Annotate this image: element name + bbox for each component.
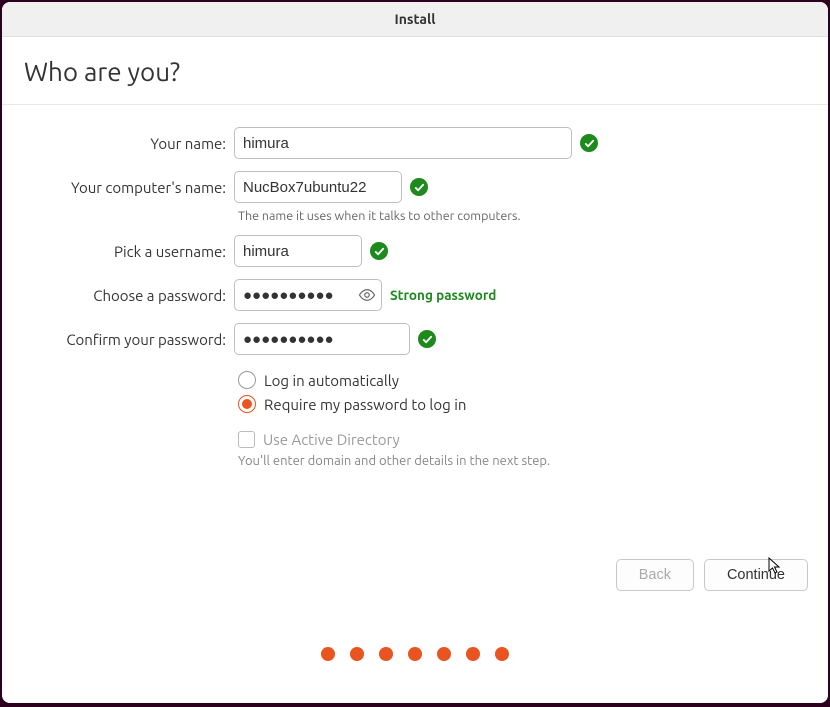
back-button[interactable]: Back [616, 559, 694, 591]
active-directory-option[interactable]: Use Active Directory [238, 431, 828, 448]
check-icon [580, 134, 598, 152]
check-icon [418, 330, 436, 348]
content-area: Who are you? Your name: Your computer's … [2, 37, 828, 703]
password-row: Choose a password: Strong password [2, 279, 828, 311]
progress-dot [379, 647, 393, 661]
show-password-icon[interactable] [358, 286, 376, 304]
window-titlebar: Install [2, 2, 828, 37]
window-title: Install [395, 11, 436, 27]
username-label: Pick a username: [2, 243, 234, 260]
install-window: Install Who are you? Your name: Your com… [2, 2, 828, 703]
username-row: Pick a username: [2, 235, 828, 267]
checkbox-icon[interactable] [238, 431, 255, 448]
progress-dot [350, 647, 364, 661]
user-form: Your name: Your computer's name: The [2, 105, 828, 468]
confirm-password-input[interactable] [234, 323, 410, 355]
name-row: Your name: [2, 127, 828, 159]
login-auto-label: Log in automatically [264, 372, 399, 389]
active-directory-label: Use Active Directory [263, 431, 400, 448]
check-icon [370, 242, 388, 260]
login-require-label: Require my password to log in [264, 396, 466, 413]
continue-button[interactable]: Continue [704, 559, 808, 591]
progress-dot [321, 647, 335, 661]
ad-hint: You'll enter domain and other details in… [238, 454, 828, 468]
name-label: Your name: [2, 135, 234, 152]
computer-label: Your computer's name: [2, 179, 234, 196]
password-strength: Strong password [390, 287, 496, 303]
check-icon [410, 178, 428, 196]
confirm-label: Confirm your password: [2, 331, 234, 348]
radio-icon[interactable] [238, 371, 256, 389]
name-input[interactable] [234, 127, 572, 159]
radio-icon[interactable] [238, 395, 256, 413]
button-bar: Back Continue [616, 559, 808, 591]
login-require-option[interactable]: Require my password to log in [238, 395, 828, 413]
password-label: Choose a password: [2, 287, 234, 304]
page-heading: Who are you? [2, 37, 828, 105]
username-input[interactable] [234, 235, 362, 267]
computer-name-input[interactable] [234, 171, 402, 203]
progress-dots [321, 647, 509, 661]
login-auto-option[interactable]: Log in automatically [238, 371, 828, 389]
confirm-row: Confirm your password: [2, 323, 828, 355]
computer-hint: The name it uses when it talks to other … [238, 209, 828, 223]
computer-row: Your computer's name: [2, 171, 828, 203]
progress-dot [466, 647, 480, 661]
progress-dot [495, 647, 509, 661]
progress-dot [408, 647, 422, 661]
progress-dot [437, 647, 451, 661]
